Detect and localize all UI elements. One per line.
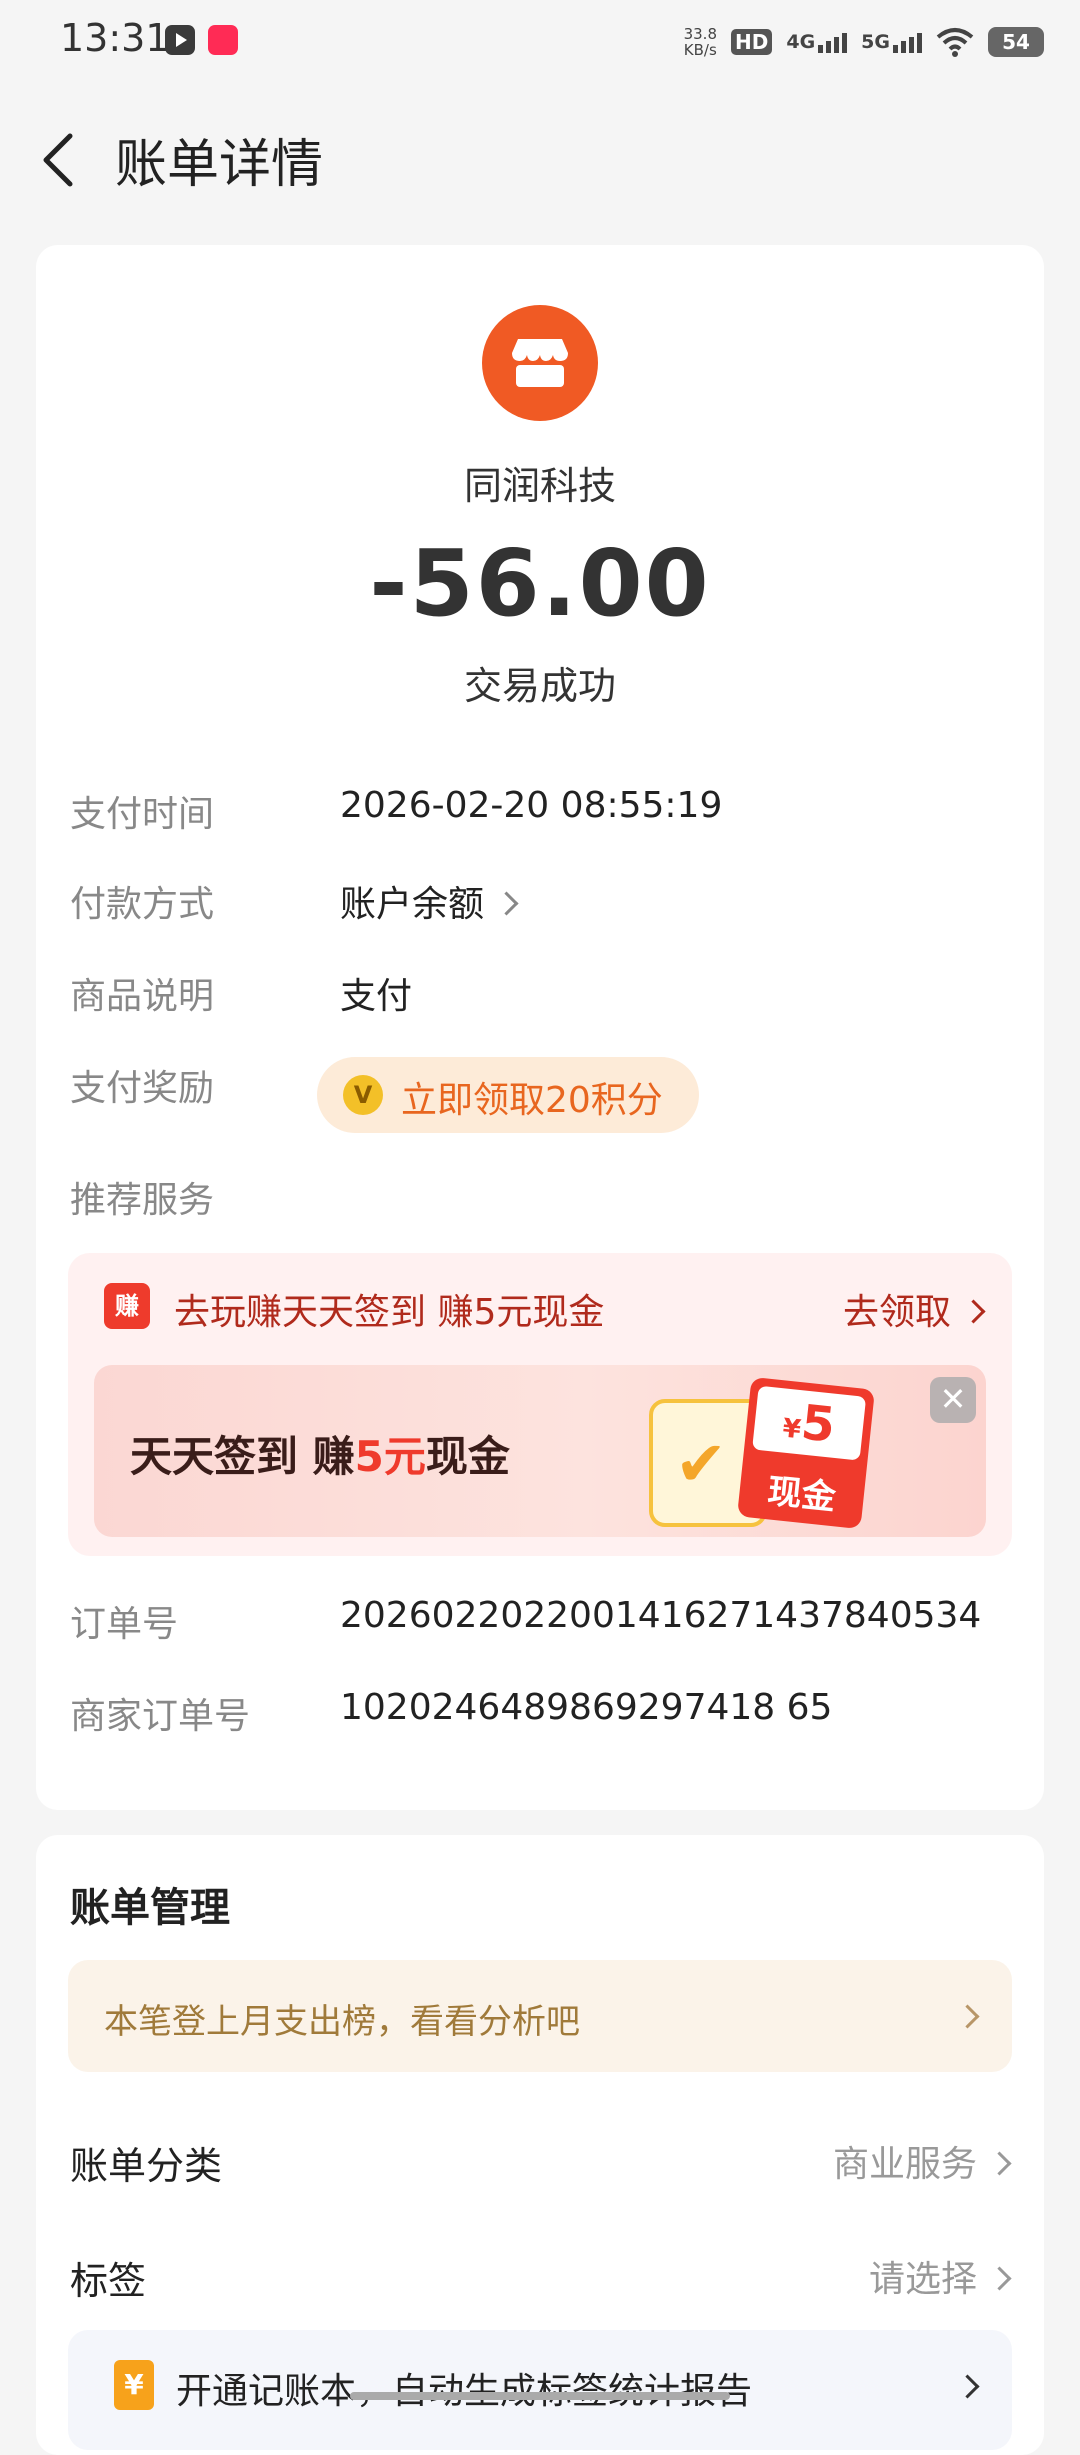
merchant-name: 同润科技 xyxy=(463,464,616,508)
order-no-value: 2026022022001416271437840534 xyxy=(340,1595,982,1636)
chevron-right-icon xyxy=(961,1298,986,1324)
page-title: 账单详情 xyxy=(115,135,324,195)
sign-in-banner[interactable]: 天天签到 赚5元现金 ¥5 现金 ✕ xyxy=(94,1365,986,1537)
product-value: 支付 xyxy=(340,976,413,1017)
analysis-text: 本笔登上月支出榜，看看分析吧 xyxy=(104,2002,580,2042)
reward-label: 支付奖励 xyxy=(70,1068,215,1109)
tag-selector[interactable]: 请选择 xyxy=(869,2250,1012,2302)
points-coin-icon: V xyxy=(343,1075,383,1115)
home-indicator[interactable] xyxy=(350,2392,730,2400)
claim-points-button[interactable]: V 立即领取20积分 xyxy=(317,1057,699,1133)
earn-icon: 赚 xyxy=(104,1283,150,1329)
pay-method-label: 付款方式 xyxy=(70,884,215,925)
open-notebook-banner[interactable]: ¥ 开通记账本，自动生成标签统计报告 xyxy=(68,2330,1012,2450)
video-app-icon xyxy=(165,25,195,55)
recommend-label: 推荐服务 xyxy=(70,1180,215,1221)
transaction-amount: -56.00 xyxy=(369,530,711,637)
bill-management-card: 账单管理 本笔登上月支出榜，看看分析吧 账单分类 商业服务 标签 请选择 ¥ 开… xyxy=(36,1835,1044,2455)
page-header: 账单详情 xyxy=(0,110,1080,210)
merchant-store-icon xyxy=(482,305,598,421)
status-time: 13:31 xyxy=(60,16,170,60)
signal-4g-icon: 4G xyxy=(786,31,848,53)
section-title: 账单管理 xyxy=(70,1885,230,1931)
merchant-order-label: 商家订单号 xyxy=(70,1696,251,1737)
pay-time-label: 支付时间 xyxy=(70,794,215,835)
ledger-icon: ¥ xyxy=(114,2360,154,2410)
back-arrow-icon[interactable] xyxy=(36,128,86,192)
chevron-right-icon xyxy=(955,2004,980,2029)
status-indicators: 33.8 KB/s HD 4G 5G 54 xyxy=(684,20,1044,64)
network-speed: 33.8 KB/s xyxy=(683,25,717,59)
notebook-text: 开通记账本，自动生成标签统计报告 xyxy=(176,2362,752,2414)
chevron-right-icon xyxy=(987,2150,1012,2176)
claim-points-label: 立即领取20积分 xyxy=(401,1080,663,1121)
signal-5g-icon: 5G xyxy=(861,31,922,53)
merchant-order-value: 1020246489869297418 65 xyxy=(340,1687,833,1728)
status-bar: 13:31 33.8 KB/s HD 4G 5G 54 xyxy=(0,0,1080,84)
battery-icon: 54 xyxy=(988,27,1044,57)
cash-reward-badge: ¥5 现金 xyxy=(737,1376,875,1530)
banner-text: 天天签到 赚5元现金 xyxy=(130,1432,510,1481)
recommend-service-panel: 赚 去玩赚天天签到 赚5元现金 去领取 天天签到 赚5元现金 ¥5 现金 ✕ xyxy=(68,1253,1012,1556)
pay-method-link[interactable]: 账户余额 xyxy=(340,875,519,927)
close-icon[interactable]: ✕ xyxy=(930,1377,976,1423)
chevron-right-icon xyxy=(955,2374,980,2399)
analysis-banner[interactable]: 本笔登上月支出榜，看看分析吧 xyxy=(68,1960,1012,2072)
hd-voice-icon: HD xyxy=(731,29,773,55)
wifi-icon xyxy=(936,28,974,57)
category-selector[interactable]: 商业服务 xyxy=(833,2135,1012,2187)
pay-time-value: 2026-02-20 08:55:19 xyxy=(340,785,723,826)
claim-promo-link[interactable]: 去领取 xyxy=(843,1283,986,1335)
shopping-app-icon xyxy=(208,25,238,55)
category-label: 账单分类 xyxy=(70,2144,223,2188)
transaction-card: 同润科技 -56.00 交易成功 支付时间 2026-02-20 08:55:1… xyxy=(36,245,1044,1810)
chevron-right-icon xyxy=(987,2265,1012,2291)
chevron-right-icon xyxy=(494,890,519,916)
product-label: 商品说明 xyxy=(70,976,215,1017)
promo-title: 去玩赚天天签到 赚5元现金 xyxy=(174,1292,605,1333)
order-no-label: 订单号 xyxy=(70,1604,179,1645)
tag-label: 标签 xyxy=(70,2259,147,2303)
transaction-status: 交易成功 xyxy=(463,664,616,708)
